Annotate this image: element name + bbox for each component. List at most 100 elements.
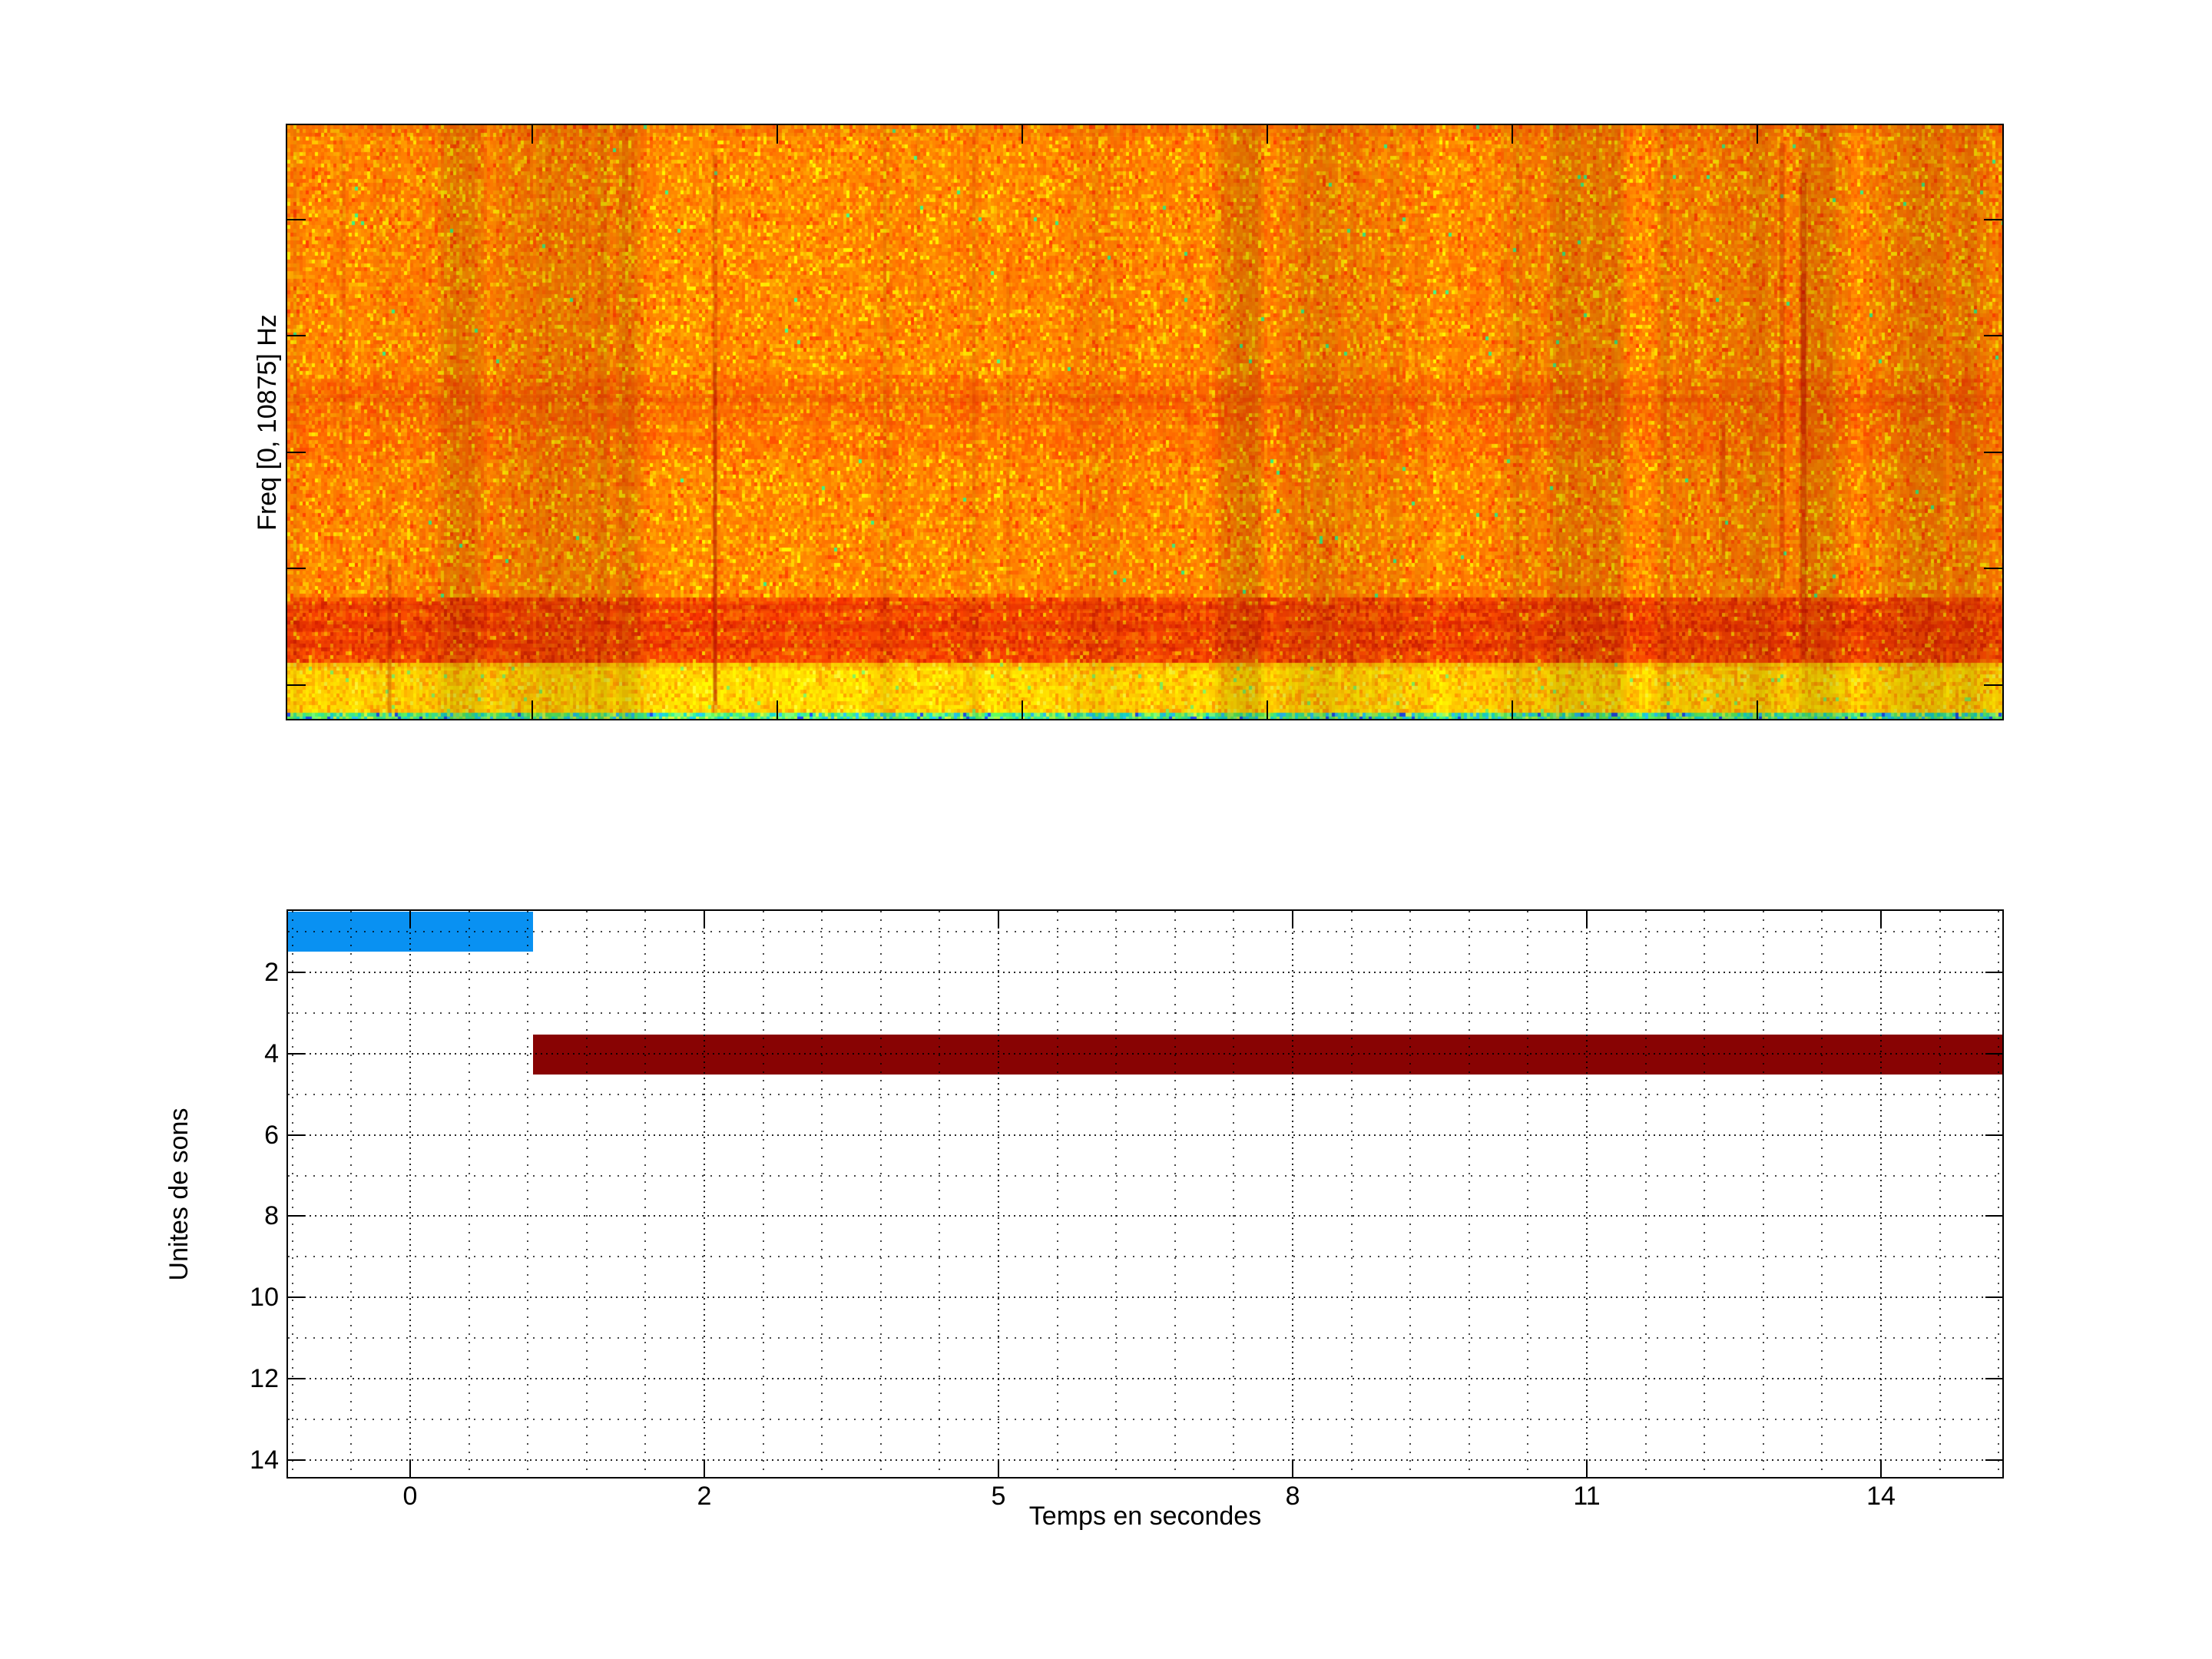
spectrogram-x-tick-mark	[1512, 125, 1514, 144]
spectrogram-x-tick-mark	[1022, 125, 1024, 144]
grid-line-x-minor	[350, 911, 353, 1477]
spectrogram-y-tick-mark	[287, 451, 306, 453]
grid-line-y-minor	[288, 1012, 2002, 1014]
x-tick-mark	[1880, 1460, 1883, 1477]
y-tick-label: 4	[264, 1038, 279, 1068]
spectrogram-y-tick-mark	[1984, 218, 2002, 220]
spectrogram-plot-area	[286, 124, 2004, 720]
spectrogram-y-tick-mark	[1984, 568, 2002, 570]
y-tick-mark	[1985, 1134, 2002, 1136]
spectrogram-x-tick-mark	[1756, 125, 1758, 144]
y-tick-mark	[1985, 1459, 2002, 1462]
spectrogram-x-tick-mark	[1512, 700, 1514, 719]
x-tick-mark	[998, 1460, 1000, 1477]
y-tick-label: 10	[250, 1283, 279, 1313]
x-tick-mark	[704, 911, 706, 928]
grid-line-y-minor	[288, 1174, 2002, 1177]
grid-line-x-major	[1880, 911, 1883, 1477]
spectrogram-x-tick-mark	[531, 125, 534, 144]
grid-line-x-minor	[762, 911, 764, 1477]
x-tick-mark	[1586, 911, 1588, 928]
spectrogram-y-tick-mark	[1984, 335, 2002, 337]
grid-line-x-minor	[1644, 911, 1647, 1477]
grid-line-x-minor	[1704, 911, 1706, 1477]
y-tick-mark	[288, 1378, 305, 1380]
x-tick-label: 14	[1866, 1482, 1896, 1511]
x-tick-mark	[409, 1460, 411, 1477]
spectrogram-y-tick-mark	[287, 568, 306, 570]
grid-line-y-minor	[288, 1337, 2002, 1339]
grid-line-x-minor	[1468, 911, 1470, 1477]
grid-line-x-minor	[1527, 911, 1529, 1477]
grid-line-y-minor	[288, 1093, 2002, 1095]
grid-line-x-minor	[1939, 911, 1941, 1477]
y-tick-mark	[288, 1296, 305, 1299]
grid-line-y-major	[288, 971, 2002, 973]
y-tick-mark	[288, 1052, 305, 1055]
grid-line-y-major	[288, 1296, 2002, 1299]
grid-line-x-minor	[1233, 911, 1235, 1477]
grid-line-x-minor	[1350, 911, 1353, 1477]
x-tick-mark	[998, 911, 1000, 928]
grid-line-y-major	[288, 1052, 2002, 1055]
grid-line-y-major	[288, 1215, 2002, 1217]
spectrogram-y-tick-mark	[287, 684, 306, 686]
grid-line-x-minor	[939, 911, 941, 1477]
spectrogram-y-axis-label: Freq [0, 10875] Hz	[253, 313, 282, 531]
grid-line-x-minor	[1998, 911, 2000, 1477]
grid-line-x-minor	[527, 911, 529, 1477]
grid-line-x-minor	[821, 911, 823, 1477]
spectrogram-x-tick-mark	[1022, 700, 1024, 719]
grid-line-x-minor	[468, 911, 470, 1477]
spectrogram-x-tick-mark	[776, 700, 778, 719]
y-tick-mark	[1985, 1052, 2002, 1055]
figure-canvas: Freq [0, 10875] Hz Unites de sons Temps …	[0, 0, 2212, 1659]
spectrogram-image	[287, 125, 2002, 719]
x-tick-label: 2	[697, 1482, 712, 1511]
y-tick-label: 6	[264, 1120, 279, 1150]
y-tick-label: 14	[250, 1445, 279, 1475]
grid-line-y-minor	[288, 1256, 2002, 1258]
bar-unit-4	[532, 1035, 2002, 1075]
grid-line-x-minor	[291, 911, 293, 1477]
grid-line-x-minor	[585, 911, 588, 1477]
grid-line-x-minor	[879, 911, 882, 1477]
grid-line-x-minor	[644, 911, 647, 1477]
grid-line-y-major	[288, 1134, 2002, 1136]
y-tick-label: 8	[264, 1201, 279, 1231]
spectrogram-y-tick-mark	[1984, 684, 2002, 686]
grid-line-x-major	[1292, 911, 1294, 1477]
grid-line-y-minor	[288, 930, 2002, 932]
grid-line-x-major	[998, 911, 1000, 1477]
x-tick-mark	[409, 911, 411, 928]
x-tick-label: 8	[1285, 1482, 1300, 1511]
grid-line-x-minor	[1056, 911, 1058, 1477]
y-tick-mark	[1985, 1296, 2002, 1299]
y-tick-mark	[1985, 1378, 2002, 1380]
x-tick-label: 5	[991, 1482, 1006, 1511]
y-tick-mark	[288, 1459, 305, 1462]
x-tick-label: 11	[1573, 1482, 1601, 1511]
grid-line-y-major	[288, 1459, 2002, 1462]
y-tick-mark	[288, 1215, 305, 1217]
grid-line-x-minor	[1409, 911, 1412, 1477]
y-tick-label: 12	[250, 1364, 279, 1394]
x-tick-mark	[1292, 911, 1294, 928]
x-tick-mark	[1292, 1460, 1294, 1477]
spectrogram-x-tick-mark	[776, 125, 778, 144]
x-tick-mark	[704, 1460, 706, 1477]
grid-line-y-major	[288, 1378, 2002, 1380]
spectrogram-y-tick-mark	[287, 218, 306, 220]
grid-line-x-minor	[1115, 911, 1118, 1477]
x-tick-label: 0	[402, 1482, 418, 1511]
y-tick-mark	[1985, 1215, 2002, 1217]
spectrogram-x-tick-mark	[1266, 700, 1268, 719]
timeline-x-axis-label: Temps en secondes	[1028, 1502, 1262, 1531]
grid-line-y-minor	[288, 1419, 2002, 1421]
x-tick-mark	[1880, 911, 1883, 928]
spectrogram-x-tick-mark	[1756, 700, 1758, 719]
y-tick-mark	[288, 971, 305, 973]
timeline-plot-area	[286, 909, 2004, 1479]
grid-line-x-minor	[1174, 911, 1176, 1477]
grid-line-x-major	[1586, 911, 1588, 1477]
